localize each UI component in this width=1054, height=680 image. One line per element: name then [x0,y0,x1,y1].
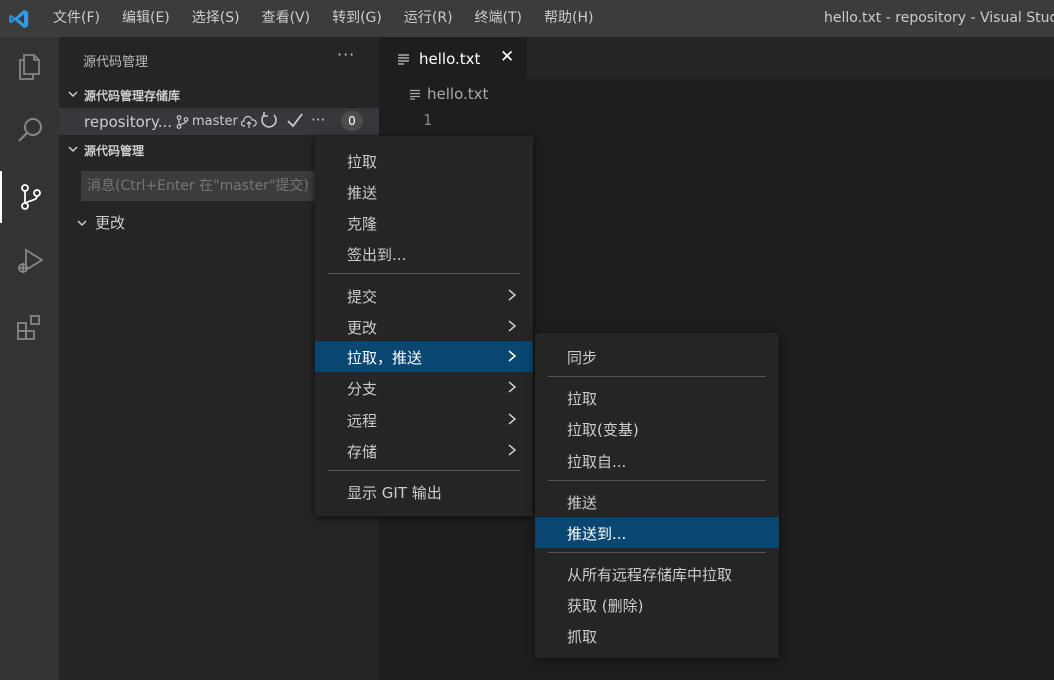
submenu-item-pull-all-remotes[interactable]: 从所有远程存储库中拉取 [535,558,779,589]
context-menu: 拉取 推送 克隆 签出到... 提交 更改 拉取，推送 分支 远程 存储 显示 … [315,136,533,516]
extensions-icon [16,315,40,340]
submenu-item-fetch[interactable]: 抓取 [535,620,779,651]
cloud-upload-icon[interactable] [240,115,257,129]
search-button[interactable] [0,104,59,156]
repository-more-button[interactable]: ··· [311,111,325,129]
chevron-right-icon [508,381,517,393]
editor-tab-bar: hello.txt ✕ [379,37,1054,79]
menu-separator [548,552,766,553]
repository-actions: ··· [259,110,325,130]
submenu-item-pull[interactable]: 拉取 [535,382,779,413]
menu-terminal[interactable]: 终端(T) [464,0,533,37]
breadcrumb-file: hello.txt [427,85,489,103]
vscode-logo-icon[interactable] [8,8,30,30]
menu-item-stash[interactable]: 存储 [315,435,533,466]
menu-item-pull[interactable]: 拉取 [315,145,533,176]
repository-name: repository... [84,113,173,131]
chevron-down-icon [68,91,78,98]
section-label: 源代码管理 [84,144,145,158]
menu-item-pull-push[interactable]: 拉取，推送 [315,341,533,372]
explorer-button[interactable] [0,41,59,93]
line-number: 1 [423,111,433,129]
title-bar: 文件(F) 编辑(E) 选择(S) 查看(V) 转到(G) 运行(R) 终端(T… [0,0,1054,37]
menu-separator [328,273,520,274]
tab-label: hello.txt [419,50,481,68]
source-control-button[interactable] [0,171,59,223]
git-branch-icon [176,114,189,129]
menu-item-checkout[interactable]: 签出到... [315,238,533,269]
menu-go[interactable]: 转到(G) [321,0,393,37]
menu-view[interactable]: 查看(V) [251,0,322,37]
menu-separator [328,470,520,471]
menu-edit[interactable]: 编辑(E) [111,0,181,37]
changes-count-badge: 0 [341,111,363,131]
sidebar-more-button[interactable]: ··· [337,45,355,64]
menu-file[interactable]: 文件(F) [42,0,111,37]
menu-bar: 文件(F) 编辑(E) 选择(S) 查看(V) 转到(G) 运行(R) 终端(T… [42,0,604,37]
menu-item-show-git-output[interactable]: 显示 GIT 输出 [315,476,533,507]
submenu-item-fetch-prune[interactable]: 获取 (删除) [535,589,779,620]
section-label: 源代码管理存储库 [84,89,181,103]
window-title: hello.txt - repository - Visual Studio [824,10,1054,26]
close-icon[interactable]: ✕ [500,47,514,67]
commit-message-input[interactable] [81,171,321,201]
search-icon [17,118,42,142]
menu-item-clone[interactable]: 克隆 [315,207,533,238]
chevron-right-icon [508,320,517,332]
breadcrumb[interactable]: hello.txt [409,85,488,103]
pull-push-submenu: 同步 拉取 拉取(变基) 拉取自... 推送 推送到... 从所有远程存储库中拉… [535,333,779,658]
chevron-down-icon [77,219,87,226]
menu-separator [548,376,766,377]
branch-indicator[interactable]: master [176,114,257,129]
chevron-right-icon [508,444,517,456]
branch-name: master [192,114,238,129]
section-repositories[interactable]: 源代码管理存储库 [59,84,379,106]
menu-help[interactable]: 帮助(H) [533,0,604,37]
tab-hello-txt[interactable]: hello.txt ✕ [379,37,527,79]
submenu-item-pull-from[interactable]: 拉取自... [535,445,779,476]
chevron-right-icon [508,350,517,362]
menu-item-remote[interactable]: 远程 [315,404,533,435]
chevron-down-icon [68,146,78,153]
menu-item-commit[interactable]: 提交 [315,280,533,311]
submenu-item-push[interactable]: 推送 [535,486,779,517]
menu-selection[interactable]: 选择(S) [181,0,251,37]
chevron-right-icon [508,289,517,301]
run-debug-icon [17,248,44,273]
sidebar-title: 源代码管理 [83,55,149,70]
submenu-item-push-to[interactable]: 推送到... [535,517,779,548]
menu-item-branch[interactable]: 分支 [315,372,533,403]
submenu-item-pull-rebase[interactable]: 拉取(变基) [535,413,779,444]
changes-group[interactable]: 更改 [75,212,125,233]
repository-row[interactable]: repository... master ··· 0 [59,108,379,135]
menu-separator [548,480,766,481]
menu-item-push[interactable]: 推送 [315,176,533,207]
files-icon [18,54,40,80]
commit-check-icon[interactable] [285,110,305,130]
extensions-button[interactable] [0,301,59,353]
source-control-icon [20,184,41,210]
text-file-icon [398,54,409,65]
submenu-item-sync[interactable]: 同步 [535,341,779,372]
changes-label: 更改 [95,214,126,232]
activity-bar [0,37,59,680]
run-debug-button[interactable] [0,235,59,287]
menu-item-changes[interactable]: 更改 [315,311,533,342]
chevron-right-icon [508,413,517,425]
text-file-icon [410,89,420,100]
refresh-icon[interactable] [259,110,279,130]
menu-run[interactable]: 运行(R) [393,0,464,37]
